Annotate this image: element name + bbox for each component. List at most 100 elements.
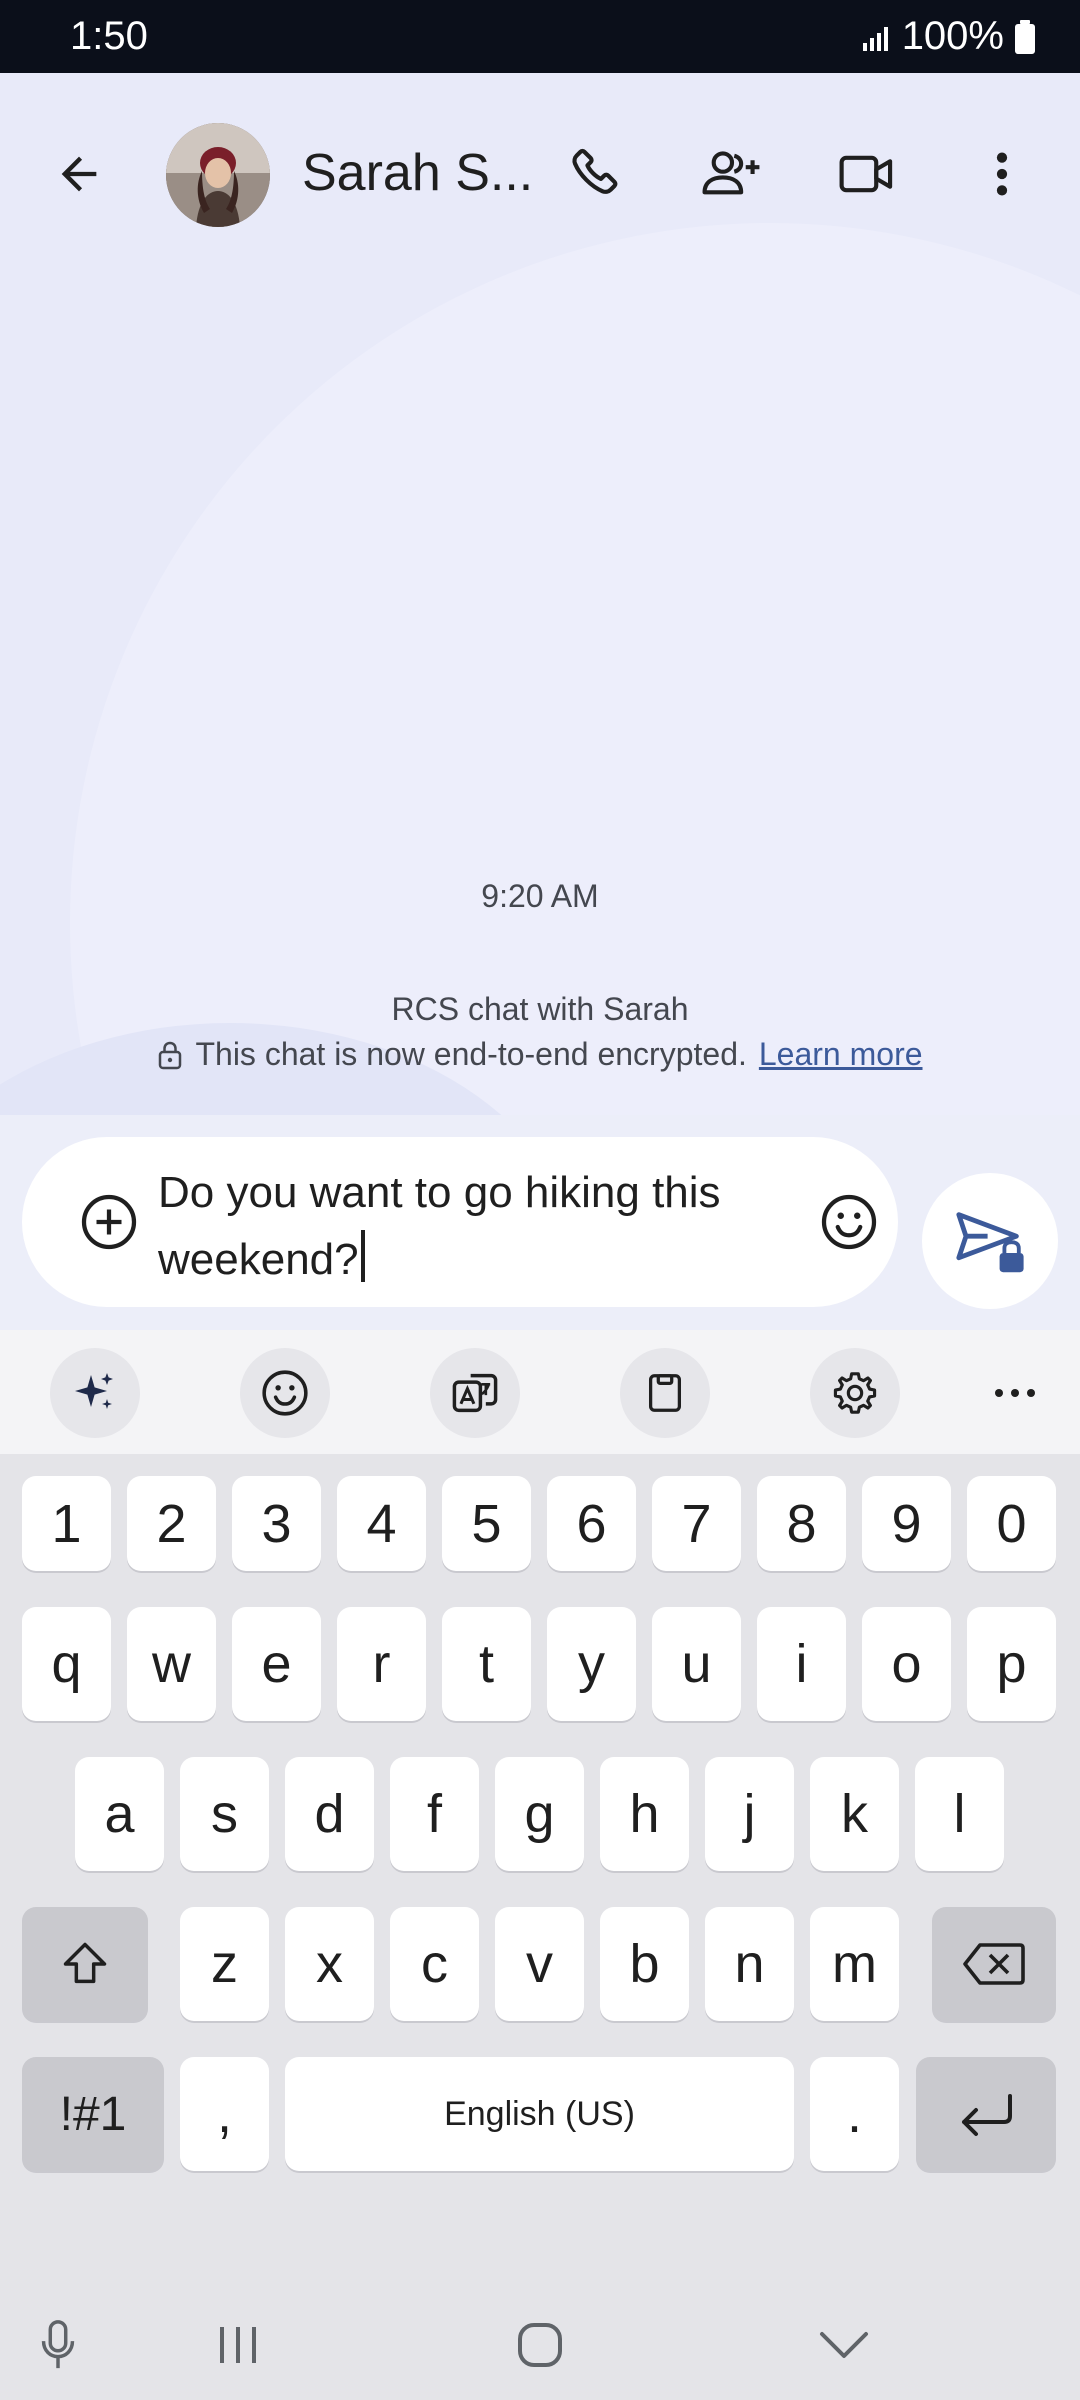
text-cursor [360,1230,365,1282]
encryption-notice: This chat is now end-to-end encrypted. L… [0,1036,1080,1073]
key-d[interactable]: d [285,1757,374,1871]
comma-key[interactable]: , [180,2057,269,2171]
key-e[interactable]: e [232,1607,321,1721]
back-button[interactable] [34,129,124,219]
navigation-bar [0,2290,1080,2400]
key-n[interactable]: n [705,1907,794,2021]
key-j[interactable]: j [705,1757,794,1871]
learn-more-link[interactable]: Learn more [759,1036,923,1073]
key-l[interactable]: l [915,1757,1004,1871]
key-8[interactable]: 8 [757,1476,846,1571]
period-key[interactable]: . [810,2057,899,2171]
key-z[interactable]: z [180,1907,269,2021]
key-9[interactable]: 9 [862,1476,951,1571]
message-line-2: weekend? [158,1235,359,1284]
key-6[interactable]: 6 [547,1476,636,1571]
space-key[interactable]: English (US) [285,2057,794,2171]
video-icon [839,155,893,193]
status-icons: 100% [862,14,1036,59]
key-g[interactable]: g [495,1757,584,1871]
rcs-notice: RCS chat with Sarah [391,991,689,1027]
more-vert-icon [996,152,1008,196]
compose-area: Do you want to go hiking this weekend? [0,1115,1080,1330]
enter-icon [962,2094,1012,2136]
add-contact-button[interactable] [687,129,777,219]
key-b[interactable]: b [600,1907,689,2021]
key-s[interactable]: s [180,1757,269,1871]
hide-keyboard-icon [820,2332,868,2358]
key-f[interactable]: f [390,1757,479,1871]
key-c[interactable]: c [390,1907,479,2021]
keyboard-emoji-button[interactable] [240,1348,330,1438]
backspace-icon [963,1943,1025,1985]
backspace-key[interactable] [932,1907,1056,2021]
key-4[interactable]: 4 [337,1476,426,1571]
mic-icon [41,2320,75,2369]
key-5[interactable]: 5 [442,1476,531,1571]
key-p[interactable]: p [967,1607,1056,1721]
home-button[interactable] [500,2310,580,2380]
enter-key[interactable] [916,2057,1056,2171]
keyboard: 1 2 3 4 5 6 7 8 9 0 q w e r t y u i o p … [0,1454,1080,2400]
background-decoration [70,223,1080,1115]
send-lock-icon [956,1212,1024,1273]
home-icon [518,2323,562,2367]
recents-button[interactable] [198,2310,278,2380]
message-text[interactable]: Do you want to go hiking this weekend? [158,1159,758,1293]
voice-input-button[interactable] [18,2310,98,2380]
message-timestamp: 9:20 AM [481,878,599,914]
message-line-1: Do you want to go hiking this [158,1168,721,1217]
status-time: 1:50 [70,14,148,58]
conversation-area: Sarah S... 9:20 AM RCS chat with Sarah T… [0,73,1080,1115]
key-1[interactable]: 1 [22,1476,111,1571]
key-x[interactable]: x [285,1907,374,2021]
key-m[interactable]: m [810,1907,899,2021]
emoji-button[interactable] [804,1177,894,1267]
recents-icon [220,2327,256,2363]
ai-tools-button[interactable] [50,1348,140,1438]
keyboard-toolbar [0,1330,1080,1454]
key-a[interactable]: a [75,1757,164,1871]
add-person-icon [702,151,760,195]
more-options-button[interactable] [957,129,1047,219]
key-u[interactable]: u [652,1607,741,1721]
translate-button[interactable] [430,1348,520,1438]
attach-button[interactable] [64,1177,154,1267]
battery-percent: 100% [901,14,1004,58]
encryption-text: This chat is now end-to-end encrypted. [195,1036,747,1072]
key-t[interactable]: t [442,1607,531,1721]
add-circle-icon [81,1194,137,1250]
shift-key[interactable] [22,1907,148,2021]
key-q[interactable]: q [22,1607,111,1721]
call-button[interactable] [552,129,642,219]
key-o[interactable]: o [862,1607,951,1721]
battery-icon [1015,19,1035,54]
key-r[interactable]: r [337,1607,426,1721]
key-h[interactable]: h [600,1757,689,1871]
message-input[interactable]: Do you want to go hiking this weekend? [22,1137,898,1307]
key-7[interactable]: 7 [652,1476,741,1571]
hide-keyboard-button[interactable] [804,2310,884,2380]
lock-icon [159,1041,182,1069]
translate-icon [452,1373,498,1413]
key-v[interactable]: v [495,1907,584,2021]
send-button[interactable] [922,1173,1058,1309]
key-0[interactable]: 0 [967,1476,1056,1571]
emoji-icon [262,1370,308,1416]
key-2[interactable]: 2 [127,1476,216,1571]
key-y[interactable]: y [547,1607,636,1721]
key-3[interactable]: 3 [232,1476,321,1571]
key-w[interactable]: w [127,1607,216,1721]
key-i[interactable]: i [757,1607,846,1721]
toolbar-more-button[interactable] [970,1348,1060,1438]
contact-name[interactable]: Sarah S... [302,143,533,203]
key-k[interactable]: k [810,1757,899,1871]
clipboard-button[interactable] [620,1348,710,1438]
keyboard-settings-button[interactable] [810,1348,900,1438]
contact-avatar[interactable] [166,123,270,227]
video-call-button[interactable] [822,129,912,219]
shift-icon [63,1942,107,1984]
sparkle-icon [75,1373,113,1409]
more-horiz-icon [995,1389,1035,1397]
symbols-key[interactable]: !#1 [22,2057,164,2171]
